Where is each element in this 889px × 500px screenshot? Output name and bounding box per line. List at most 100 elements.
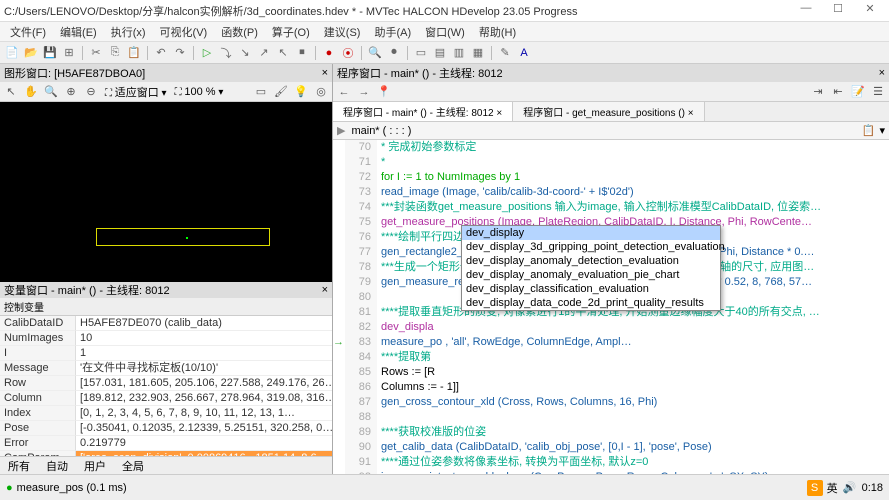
menu-exec[interactable]: 执行(x) <box>105 22 152 42</box>
font-icon[interactable]: A <box>516 45 532 61</box>
hand-icon[interactable]: ✋ <box>22 84 40 100</box>
code-line[interactable]: 88 <box>333 410 889 425</box>
var-row[interactable]: Column[189.812, 232.903, 256.667, 278.96… <box>0 391 332 406</box>
var-row[interactable]: Index[0, 1, 2, 3, 4, 5, 6, 7, 8, 9, 10, … <box>0 406 332 421</box>
menu-dropdown-icon[interactable]: ▾ <box>879 124 885 137</box>
menu-suggest[interactable]: 建议(S) <box>318 22 367 42</box>
code-line[interactable]: 82 dev_displa <box>333 320 889 335</box>
draw-tool-icon[interactable]: ▭ <box>252 84 270 100</box>
step-over-icon[interactable]: ⤵ <box>218 45 234 61</box>
menu-assist[interactable]: 助手(A) <box>368 22 417 42</box>
autocomplete-item[interactable]: dev_display_anomaly_evaluation_pie_chart <box>462 268 720 282</box>
nav-back-icon[interactable]: ← <box>335 84 353 100</box>
graphics-canvas[interactable] <box>0 102 332 282</box>
new-icon[interactable]: 📄 <box>4 45 20 61</box>
step-out-icon[interactable]: ↗ <box>256 45 272 61</box>
var-row[interactable]: CalibDataIDH5AFE87DE070 (calib_data) <box>0 316 332 331</box>
zoom-in-icon[interactable]: ⊕ <box>62 84 80 100</box>
autocomplete-item[interactable]: dev_display_data_code_2d_print_quality_r… <box>462 296 720 310</box>
autocomplete-item[interactable]: dev_display_classification_evaluation <box>462 282 720 296</box>
menu-file[interactable]: 文件(F) <box>4 22 52 42</box>
autocomplete-item[interactable]: dev_display <box>462 226 720 240</box>
code-line[interactable]: 85 Rows := [R <box>333 365 889 380</box>
var-row[interactable]: Error0.219779 <box>0 436 332 451</box>
var-close-button[interactable]: × <box>322 284 328 296</box>
var-row[interactable]: NumImages10 <box>0 331 332 346</box>
graphics-close-button[interactable]: × <box>322 67 328 79</box>
maximize-button[interactable]: ☐ <box>823 2 853 20</box>
menu-edit[interactable]: 编辑(E) <box>54 22 103 42</box>
code-line[interactable]: 84 ****提取第 <box>333 350 889 365</box>
save-as-icon[interactable]: ⊞ <box>61 45 77 61</box>
code-line[interactable]: 72for I := 1 to NumImages by 1 <box>333 170 889 185</box>
code-editor[interactable]: dev_displaydev_display_3d_gripping_point… <box>333 140 889 474</box>
open-icon[interactable]: 📂 <box>23 45 39 61</box>
window4-icon[interactable]: ▦ <box>470 45 486 61</box>
copy-icon[interactable]: ⎘ <box>107 45 123 61</box>
menu-viz[interactable]: 可视化(V) <box>154 22 214 42</box>
vartab-user[interactable]: 用户 <box>76 456 114 476</box>
editor-tab[interactable]: 程序窗口 - get_measure_positions () × <box>513 102 704 121</box>
code-line[interactable]: 71* <box>333 155 889 170</box>
paint-tool-icon[interactable]: 🖌 <box>272 84 290 100</box>
note-icon[interactable]: 📝 <box>849 84 867 100</box>
paste-code-icon[interactable]: 📋 <box>862 124 876 137</box>
run-icon[interactable]: ▷ <box>199 45 215 61</box>
nav-fwd-icon[interactable]: → <box>355 84 373 100</box>
list-icon[interactable]: ☰ <box>869 84 887 100</box>
arrow-icon[interactable]: ↖ <box>2 84 20 100</box>
breakpoints-icon[interactable]: ⦿ <box>340 45 356 61</box>
autocomplete-popup[interactable]: dev_displaydev_display_3d_gripping_point… <box>461 225 721 311</box>
editor-tab[interactable]: 程序窗口 - main* () - 主线程: 8012 × <box>333 102 513 121</box>
loc-icon[interactable]: 📍 <box>375 84 393 100</box>
variables-list[interactable]: CalibDataIDH5AFE87DE070 (calib_data)NumI… <box>0 316 332 456</box>
code-line[interactable]: →83 measure_po , 'all', RowEdge, ColumnE… <box>333 335 889 350</box>
outdent-icon[interactable]: ⇤ <box>829 84 847 100</box>
code-line[interactable]: 70* 完成初始参数标定 <box>333 140 889 155</box>
close-button[interactable]: ✕ <box>855 2 885 20</box>
record-icon[interactable]: ⏺ <box>386 45 402 61</box>
vartab-global[interactable]: 全局 <box>114 456 152 476</box>
autocomplete-item[interactable]: dev_display_3d_gripping_point_detection_… <box>462 240 720 254</box>
var-row[interactable]: Row[157.031, 181.605, 205.106, 227.588, … <box>0 376 332 391</box>
code-line[interactable]: 89 ****获取校准版的位姿 <box>333 425 889 440</box>
code-line[interactable]: 73 read_image (Image, 'calib/calib-3d-co… <box>333 185 889 200</box>
code-line[interactable]: 87 gen_cross_contour_xld (Cross, Rows, C… <box>333 395 889 410</box>
var-row[interactable]: I1 <box>0 346 332 361</box>
indent-icon[interactable]: ⇥ <box>809 84 827 100</box>
zoom-out-icon[interactable]: ⊖ <box>82 84 100 100</box>
undo-icon[interactable]: ↶ <box>153 45 169 61</box>
light-icon[interactable]: 💡 <box>292 84 310 100</box>
cut-icon[interactable]: ✂ <box>88 45 104 61</box>
target-icon[interactable]: ◎ <box>312 84 330 100</box>
code-close-button[interactable]: × <box>879 67 885 79</box>
save-icon[interactable]: 💾 <box>42 45 58 61</box>
vartab-all[interactable]: 所有 <box>0 456 38 476</box>
code-line[interactable]: 90 get_calib_data (CalibDataID, 'calib_o… <box>333 440 889 455</box>
zoom-dropdown[interactable]: ⛶ 100 % ▾ <box>172 86 227 98</box>
menu-operators[interactable]: 算子(O) <box>266 22 316 42</box>
window2-icon[interactable]: ▤ <box>432 45 448 61</box>
minimize-button[interactable]: — <box>791 2 821 20</box>
draw-icon[interactable]: ✎ <box>497 45 513 61</box>
window3-icon[interactable]: ▥ <box>451 45 467 61</box>
stop-icon[interactable]: ⏹ <box>294 45 310 61</box>
autocomplete-item[interactable]: dev_display_anomaly_detection_evaluation <box>462 254 720 268</box>
vartab-auto[interactable]: 自动 <box>38 456 76 476</box>
code-line[interactable]: 91 ****通过位姿参数将像素坐标, 转换为平面坐标, 默认z=0 <box>333 455 889 470</box>
menu-help[interactable]: 帮助(H) <box>473 22 522 42</box>
menu-window[interactable]: 窗口(W) <box>419 22 471 42</box>
magnify-icon[interactable]: 🔍 <box>42 84 60 100</box>
breakpoint-icon[interactable]: ● <box>321 45 337 61</box>
code-line[interactable]: 74 ***封装函数get_measure_positions 输入为image… <box>333 200 889 215</box>
search-icon[interactable]: 🔍 <box>367 45 383 61</box>
code-line[interactable]: 86 Columns := - 1]] <box>333 380 889 395</box>
sound-icon[interactable]: 🔊 <box>842 480 858 496</box>
var-row[interactable]: Pose[-0.35041, 0.12035, 2.12339, 5.25151… <box>0 421 332 436</box>
menu-process[interactable]: 函数(P) <box>215 22 264 42</box>
step-back-icon[interactable]: ↖ <box>275 45 291 61</box>
window1-icon[interactable]: ▭ <box>413 45 429 61</box>
fit-window-button[interactable]: ⛶ 适应窗口 ▾ <box>102 84 170 100</box>
paste-icon[interactable]: 📋 <box>126 45 142 61</box>
step-into-icon[interactable]: ↘ <box>237 45 253 61</box>
